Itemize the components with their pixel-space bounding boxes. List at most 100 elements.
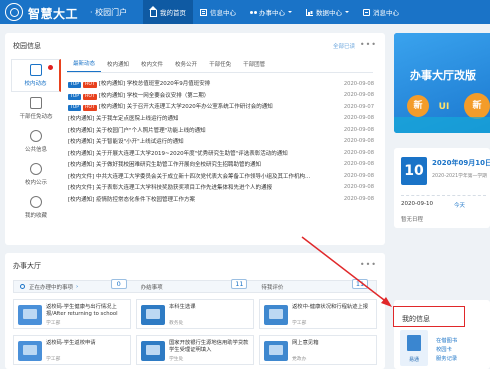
service-icon [141, 305, 165, 325]
news-row[interactable]: [校内通知] 关于智能设"小开"上线试运行的通知 2020-09-08 [68, 136, 374, 148]
mark-all-read-link[interactable]: 全部已读 [333, 42, 355, 50]
tab-campus-notice[interactable]: 校内通知 [101, 60, 135, 72]
clock-icon [20, 284, 25, 289]
side-item-public-info[interactable]: 公共信息 [11, 125, 61, 158]
news-row[interactable]: [校内文件] 中共大连理工大学委员会关于成立新十四次党代表大会筹备工作领导小组及… [68, 170, 374, 182]
side-item-label: 公共信息 [24, 147, 47, 153]
stat-pending-review[interactable]: 待我评价 11 [255, 278, 376, 291]
news-text: [校内文件] 关于表彰大连理工大学科技奖励获奖项目工作先进集体和先进个人的通报 [68, 185, 273, 192]
service-card[interactable]: 网上意见箱 党政办 [259, 335, 377, 365]
service-icon [141, 341, 165, 361]
news-title: [校内通知] 关于智能设"小开"上线试运行的通知 [68, 137, 313, 145]
side-item-label: 校内动态 [24, 81, 47, 87]
banner-badge: UI [438, 102, 450, 112]
news-text: [校内通知] 关于我车定点医院上线运行的通知 [68, 116, 179, 123]
news-title: TOP HOT [校内通知] 关于召开大连理工大学2020年办公室系统工作研讨会的通… [68, 102, 313, 112]
nav-item-data-center[interactable]: 数据中心 [299, 0, 356, 24]
today-link[interactable]: 今天 [454, 201, 465, 209]
stat-completed[interactable]: 办结事项 11 [135, 278, 256, 291]
calendar-empty-text: 暂无日程 [401, 217, 424, 223]
my-info-link[interactable]: 在借图书 [436, 336, 457, 345]
news-text: [校内通知] 关于开展大连理工大学2019~2020年度"优秀研究生助管"评选表… [68, 150, 288, 157]
news-row[interactable]: TOP HOT [校内通知] 学校一网全要会议安排（第二期） 2020-09-08 [68, 90, 374, 102]
news-title: [校内通知] 关于开展大连理工大学2019~2020年度"优秀研究生助管"评选表… [68, 149, 313, 157]
news-row[interactable]: [校内通知] 关于做好我校困难研究生助管工作开展向全校研究生招聘助管的通知 202… [68, 159, 374, 171]
news-row[interactable]: [校内通知] 关于校园门户"个人照片管理"功能上线的通知 2020-09-08 [68, 124, 374, 136]
news-date: 2020-09-08 [343, 149, 374, 156]
my-info-link[interactable]: 服务记录 [436, 354, 457, 363]
news-row[interactable]: [校内文件] 关于表彰大连理工大学科技奖励获奖项目工作先进集体和先进个人的通报 2… [68, 182, 374, 194]
hot-badge: HOT [83, 105, 97, 112]
side-item-cadre-appointment[interactable]: 干部任免动态 [11, 92, 61, 125]
news-date: 2020-09-07 [343, 103, 374, 110]
university-logo[interactable] [5, 3, 23, 21]
campus-info-title: 校园信息 [13, 42, 41, 50]
news-text: [校内通知] 学校一网全要会议安排（第二期） [98, 92, 210, 99]
news-date: 2020-09-08 [343, 195, 374, 202]
news-row[interactable]: TOP HOT [校内通知] 学校总值班室2020年9月值班安排 2020-09-08 [68, 78, 374, 90]
more-icon[interactable]: ••• [360, 40, 377, 49]
nav-item-message-center[interactable]: 消息中心 [356, 0, 406, 24]
service-icon [264, 341, 288, 361]
stat-count: 11 [231, 278, 248, 289]
globe-icon [30, 163, 42, 175]
service-card[interactable]: 国家开放银行生源地信用助学贷款学生受理证明填入 学生处 [136, 335, 254, 365]
news-date: 2020-09-08 [343, 172, 374, 179]
news-date: 2020-09-08 [343, 138, 374, 145]
calendar-current-date: 2020-09-10 [401, 201, 433, 207]
campus-info-side-menu: 校内动态 干部任免动态 公共信息 校内公示 我的收藏 [11, 59, 61, 224]
service-dept: 学生处 [169, 357, 184, 362]
service-dept: 学工部 [292, 321, 307, 326]
calendar-term: 2020-2021学年第一学期 [432, 174, 487, 179]
my-info-link[interactable]: 校园卡 [436, 345, 457, 354]
service-card[interactable]: 返校中-健康状况和行程轨迹上报 学工部 [259, 299, 377, 329]
more-icon[interactable]: ••• [360, 260, 377, 269]
campus-info-tabs: 最新动态 校内通知 校内文件 校务公开 干部任免 干部团管 [67, 57, 373, 73]
top-badge: TOP [68, 93, 82, 100]
stat-label: 待我评价 [261, 284, 284, 291]
news-row[interactable]: [校内通知] 疫情防控常态化条件下校园管理工作方案 2020-09-08 [68, 193, 374, 205]
news-row[interactable]: TOP HOT [校内通知] 关于召开大连理工大学2020年办公室系统工作研讨会的通… [68, 101, 374, 113]
chevron-down-icon [345, 11, 349, 13]
star-icon [30, 196, 42, 208]
site-subtitle: · 校园门户 [90, 8, 128, 17]
service-dept: 学工部 [46, 321, 61, 326]
service-card[interactable]: 本科生选课 教务处 [136, 299, 254, 329]
top-header: 智慧大工 · 校园门户 我的首页 信息中心 办事中心 数据中心 消息中心 [0, 0, 490, 24]
side-item-label: 干部任免动态 [19, 114, 53, 120]
news-icon [29, 64, 42, 76]
tab-campus-files[interactable]: 校内文件 [135, 60, 169, 72]
news-date: 2020-09-08 [343, 115, 374, 122]
tab-cadre-appointment[interactable]: 干部任免 [203, 60, 237, 72]
tab-affairs-public[interactable]: 校务公开 [169, 60, 203, 72]
arrow-right-icon: › [76, 283, 79, 290]
chevron-down-icon [288, 11, 292, 13]
nav-item-home[interactable]: 我的首页 [143, 0, 193, 24]
side-item-favorites[interactable]: 我的收藏 [11, 191, 61, 224]
side-item-campus-notice[interactable]: 校内公示 [11, 158, 61, 191]
app-download-tile[interactable]: 易通 [400, 330, 428, 366]
tab-cadre-management[interactable]: 干部团管 [237, 60, 271, 72]
tab-latest[interactable]: 最新动态 [67, 59, 102, 72]
nav-item-info-center[interactable]: 信息中心 [193, 0, 243, 24]
service-card[interactable]: 返校码-学生健康与出行情况上报/After returning to schoo… [13, 299, 131, 329]
service-card[interactable]: 返校码-学生返校申请 学工部 [13, 335, 131, 365]
stat-in-progress[interactable]: 正在办理中的事项 › 0 [14, 278, 135, 291]
banner-badge: 新 [407, 95, 429, 117]
banner-badge: 新 [464, 93, 490, 119]
news-title: [校内通知] 关于校园门户"个人照片管理"功能上线的通知 [68, 126, 313, 134]
service-icon [264, 305, 288, 325]
news-title: TOP HOT [校内通知] 学校一网全要会议安排（第二期） [68, 91, 313, 100]
office-hall-panel: 办事大厅 ••• 正在办理中的事项 › 0 办结事项 11 待我评价 11 返校… [5, 253, 385, 369]
news-row[interactable]: [校内通知] 关于开展大连理工大学2019~2020年度"优秀研究生助管"评选表… [68, 147, 374, 159]
edit-icon [30, 97, 42, 109]
nav-item-office-center[interactable]: 办事中心 [243, 0, 299, 24]
news-row[interactable]: [校内通知] 关于我车定点医院上线运行的通知 2020-09-08 [68, 113, 374, 125]
office-hall-title: 办事大厅 [13, 262, 41, 270]
news-text: [校内通知] 疫情防控常态化条件下校园管理工作方案 [68, 196, 196, 203]
side-item-campus-news[interactable]: 校内动态 [11, 59, 61, 92]
calendar-date: 2020年09月10日 [432, 159, 490, 167]
main-nav: 我的首页 信息中心 办事中心 数据中心 消息中心 [143, 0, 406, 24]
top-badge: TOP [68, 82, 82, 89]
promo-banner[interactable]: 办事大厅改版 新 UI 新 [394, 33, 490, 133]
